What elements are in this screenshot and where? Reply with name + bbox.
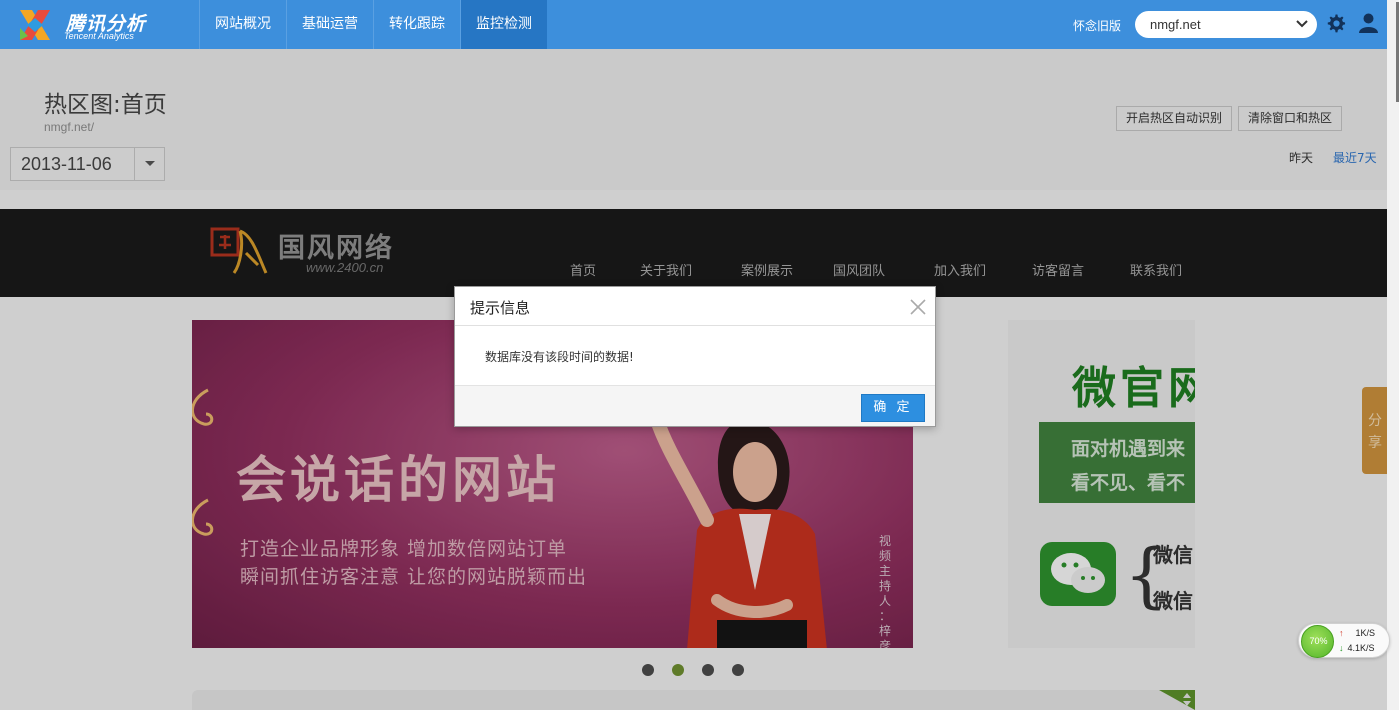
nav-conversion-tracking[interactable]: 转化跟踪 [373,0,460,49]
close-icon[interactable] [909,298,927,316]
tencent-analytics-logo[interactable]: 腾讯分析 Tencent Analytics [16,6,196,44]
user-icon[interactable] [1359,13,1378,33]
gear-icon[interactable] [1327,14,1346,33]
old-version-link[interactable]: 怀念旧版 [1073,17,1121,34]
net-speed-widget[interactable]: 70% ↑ 1K/S ↓ 4.1K/S [1298,623,1390,658]
dialog-divider [455,325,935,326]
download-speed: ↓ 4.1K/S [1339,643,1375,653]
dialog-message: 数据库没有该段时间的数据! [485,350,634,364]
upload-speed-value: 1K/S [1355,628,1376,638]
nav-basic-operation[interactable]: 基础运营 [286,0,373,49]
speed-percent: 70% [1309,636,1328,646]
dialog-title: 提示信息 [470,299,531,317]
arrow-up-icon: ↑ [1339,628,1344,638]
brand-name-en: Tencent Analytics [64,31,134,41]
speed-usage-circle: 70% [1301,625,1334,658]
main-nav: 网站概况 基础运营 转化跟踪 监控检测 [199,0,547,49]
nav-monitoring[interactable]: 监控检测 [460,0,547,49]
download-speed-value: 4.1K/S [1347,643,1375,653]
confirm-button[interactable]: 确 定 [861,394,925,422]
chevron-down-icon [1296,20,1308,28]
nav-site-overview[interactable]: 网站概况 [199,0,286,49]
top-bar: 腾讯分析 Tencent Analytics 网站概况 基础运营 转化跟踪 监控… [0,0,1387,49]
page-scrollbar[interactable] [1387,0,1399,710]
site-selector[interactable]: nmgf.net [1135,11,1317,38]
arrow-down-icon: ↓ [1339,643,1344,653]
tencent-analytics-logo-icon [20,10,50,40]
info-dialog: 提示信息 数据库没有该段时间的数据! 确 定 [454,286,936,427]
upload-speed: ↑ 1K/S [1339,628,1375,638]
site-selector-value: nmgf.net [1150,17,1201,32]
